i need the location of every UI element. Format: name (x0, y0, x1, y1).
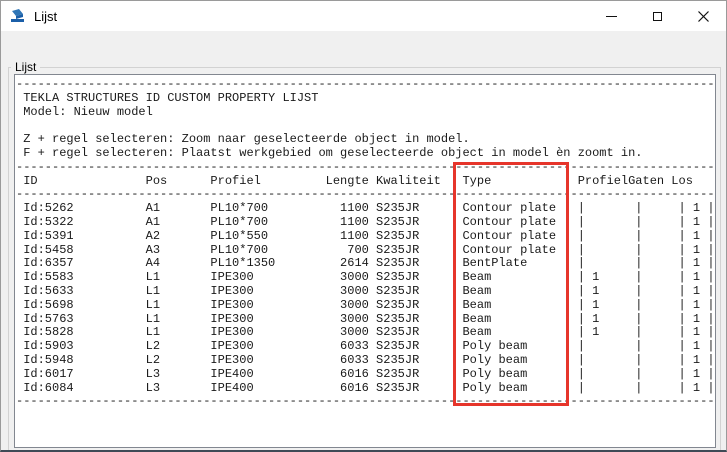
maximize-icon (652, 11, 662, 21)
titlebar: Lijst (1, 1, 726, 31)
tekla-app-icon (11, 9, 24, 22)
maximize-button[interactable] (634, 1, 680, 31)
list-dialog-window: Lijst Lijst ----------------------------… (0, 0, 727, 452)
minimize-button[interactable] (588, 1, 634, 31)
close-button[interactable] (680, 1, 726, 31)
dialog-client-area: Lijst ----------------------------------… (1, 31, 726, 450)
groupbox-label: Lijst (11, 60, 41, 74)
report-text[interactable]: ----------------------------------------… (15, 75, 715, 409)
window-title: Lijst (34, 8, 58, 24)
window-controls (588, 1, 726, 31)
report-text-area[interactable]: ----------------------------------------… (14, 74, 716, 448)
minimize-icon (605, 15, 617, 17)
close-icon (697, 10, 709, 22)
